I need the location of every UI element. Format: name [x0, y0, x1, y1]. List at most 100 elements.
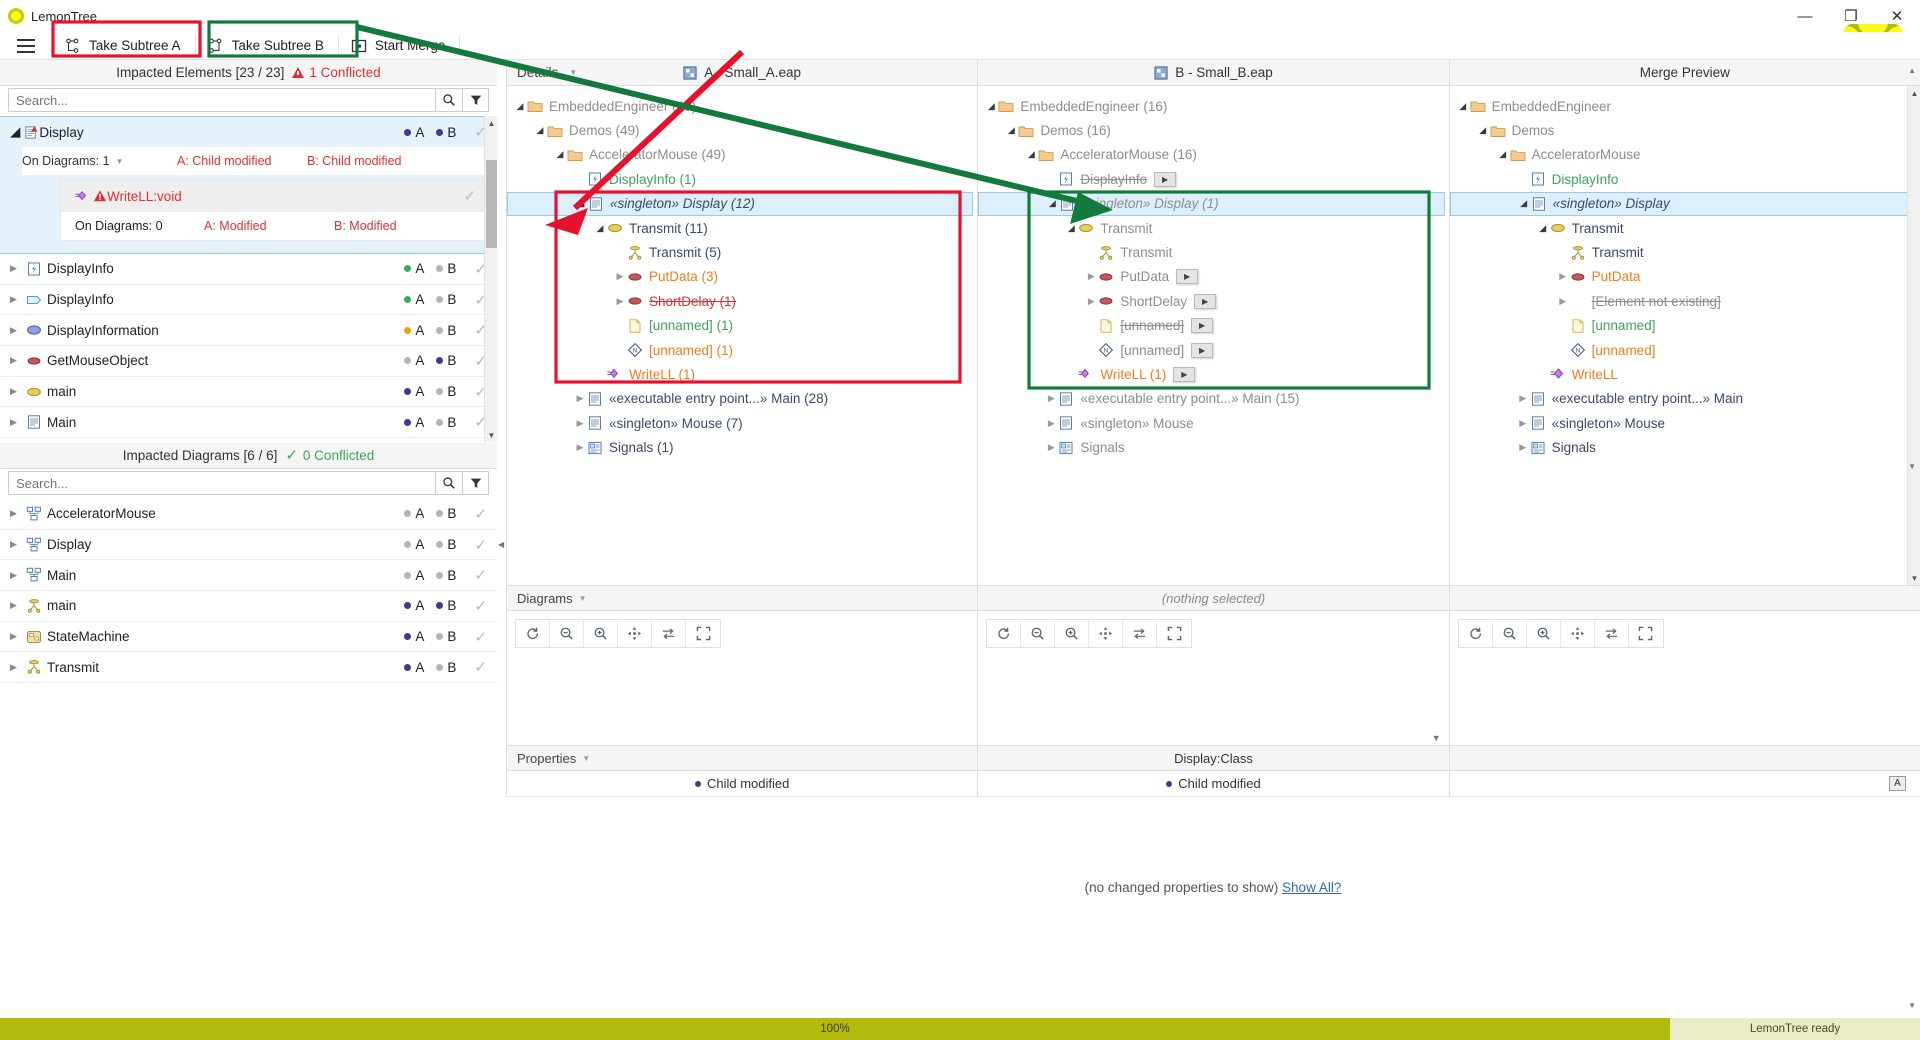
twisty-open-icon[interactable]: ◢ — [574, 198, 588, 209]
merge-node[interactable]: N [unnamed] — [1450, 338, 1920, 362]
apply-change-button[interactable]: ▶ — [1191, 318, 1214, 334]
twisty-open-icon[interactable]: ◢ — [1064, 223, 1078, 234]
tree-b-node[interactable]: [unnamed] ▶ — [978, 314, 1448, 338]
twisty-closed-icon[interactable]: ▶ — [1044, 393, 1058, 404]
tree-a-node[interactable]: ▶ ShortDelay (1) — [507, 289, 977, 313]
properties-label[interactable]: Properties — [517, 751, 576, 766]
tree-a-node[interactable]: ◢ Demos (49) — [507, 118, 977, 142]
fullscreen-button[interactable] — [686, 620, 720, 647]
twisty-open-icon[interactable]: ◢ — [984, 101, 998, 112]
merge-node[interactable]: ◢ AcceleratorMouse — [1450, 143, 1920, 167]
twisty-closed-icon[interactable]: ▶ — [10, 662, 26, 673]
hamburger-menu-icon[interactable] — [0, 32, 52, 60]
tree-b-node[interactable]: ◢ «singleton» Display (1) — [978, 191, 1445, 216]
resolved-check-icon[interactable]: ✓ — [474, 505, 487, 523]
resolved-check-icon[interactable]: ✓ — [474, 566, 487, 584]
zoom-out-button[interactable] — [550, 620, 584, 647]
diagram-row[interactable]: ▶ Main A B ✓ — [0, 560, 497, 592]
apply-change-button[interactable]: ▶ — [1176, 269, 1199, 285]
take-subtree-a-button[interactable]: Take Subtree A — [53, 32, 195, 60]
on-diagrams-label[interactable]: On Diagrams: 1 — [22, 154, 110, 168]
twisty-closed-icon[interactable]: ▶ — [613, 296, 627, 307]
merge-scrollbar[interactable]: ▲ ▼ — [1906, 86, 1920, 585]
twisty-closed-icon[interactable]: ▶ — [10, 600, 26, 611]
twisty-closed-icon[interactable]: ▶ — [573, 442, 587, 453]
twisty-closed-icon[interactable]: ▶ — [10, 325, 26, 336]
fullscreen-button[interactable] — [1628, 620, 1663, 647]
tree-a-node[interactable]: ◢ EmbeddedEngineer (49) — [507, 94, 977, 118]
twisty-open-icon[interactable]: ◢ — [513, 101, 527, 112]
twisty-closed-icon[interactable]: ▶ — [1516, 393, 1530, 404]
tree-b-node[interactable]: ◢ Transmit — [978, 216, 1448, 240]
scroll-up-icon[interactable]: ▲ — [485, 116, 497, 130]
twisty-open-icon[interactable]: ◢ — [1045, 198, 1059, 209]
merge-node[interactable]: ◢ EmbeddedEngineer — [1450, 94, 1920, 118]
take-subtree-b-button[interactable]: Take Subtree B — [196, 32, 338, 60]
zoom-in-button[interactable] — [584, 620, 618, 647]
twisty-open-icon[interactable]: ◢ — [1496, 149, 1510, 160]
left-splitter-collapse-icon[interactable]: ◀ — [498, 540, 504, 549]
scrollbar-thumb[interactable] — [486, 160, 497, 248]
right-scroll-down-icon[interactable]: ▼ — [1908, 462, 1916, 471]
tree-a-node[interactable]: [unnamed] (1) — [507, 314, 977, 338]
zoom-out-button[interactable] — [1021, 620, 1056, 647]
element-row[interactable]: ▶ Main A B ✓ — [0, 407, 497, 439]
elements-search-button[interactable] — [435, 88, 462, 112]
scroll-down-icon[interactable]: ▼ — [485, 428, 497, 442]
diagrams-filter-button[interactable] — [462, 471, 489, 495]
twisty-closed-icon[interactable]: ▶ — [1556, 271, 1570, 282]
diagram-row[interactable]: ▶ Transmit A B ✓ — [0, 652, 497, 684]
tree-b-node[interactable]: ▶ «executable entry point...» Main (15) — [978, 387, 1448, 411]
apply-change-button[interactable]: ▶ — [1191, 342, 1214, 358]
twisty-closed-icon[interactable]: ▶ — [10, 263, 26, 274]
twisty-open-icon[interactable]: ◢ — [1536, 223, 1550, 234]
diagrams-caret-icon[interactable]: ▼ — [579, 594, 587, 603]
sync-button[interactable] — [1594, 620, 1629, 647]
tree-b-node[interactable]: ▶ Signals — [978, 435, 1448, 459]
merge-node[interactable]: ▶ «singleton» Mouse — [1450, 411, 1920, 435]
tree-a-node[interactable]: ▶ «singleton» Mouse (7) — [507, 411, 977, 435]
diagram-row[interactable]: ▶ main A B ✓ — [0, 591, 497, 622]
twisty-closed-icon[interactable]: ▶ — [10, 417, 26, 428]
twisty-open-icon[interactable]: ◢ — [1476, 125, 1490, 136]
twisty-closed-icon[interactable]: ▶ — [10, 294, 26, 305]
tree-b-node[interactable]: ▶ ShortDelay ▶ — [978, 289, 1448, 313]
merge-node[interactable]: Transmit — [1450, 240, 1920, 264]
twisty-closed-icon[interactable]: ▶ — [10, 508, 26, 519]
twisty-closed-icon[interactable]: ▶ — [10, 631, 26, 642]
twisty-open-icon[interactable]: ◢ — [1456, 101, 1470, 112]
on-diagrams-caret-icon[interactable]: ▼ — [116, 157, 124, 166]
zoom-out-button[interactable] — [1492, 620, 1527, 647]
tree-a-node[interactable]: ◢ Transmit (11) — [507, 216, 977, 240]
tree-b-panel[interactable]: ◢ EmbeddedEngineer (16) ◢ Demos (16) ◢ A… — [977, 86, 1449, 585]
fit-button[interactable] — [618, 620, 652, 647]
resolved-check-icon[interactable]: ✓ — [474, 658, 487, 676]
show-all-link[interactable]: Show All? — [1282, 880, 1341, 895]
start-merge-button[interactable]: Start Merge — [339, 32, 460, 60]
diagram-collapse-icon[interactable]: ▼ — [1432, 733, 1441, 743]
twisty-open-icon[interactable]: ◢ — [533, 125, 547, 136]
tree-a-node[interactable]: ◢ «singleton» Display (12) — [507, 191, 974, 216]
twisty-closed-icon[interactable]: ▶ — [10, 355, 26, 366]
tree-b-node[interactable]: ◢ EmbeddedEngineer (16) — [978, 94, 1448, 118]
merge-node[interactable]: [unnamed] — [1450, 314, 1920, 338]
resolved-check-icon[interactable]: ✓ — [474, 536, 487, 554]
elements-filter-button[interactable] — [462, 88, 489, 112]
merge-node[interactable]: ▶ «executable entry point...» Main — [1450, 387, 1920, 411]
zoom-in-button[interactable] — [1526, 620, 1561, 647]
twisty-closed-icon[interactable]: ▶ — [10, 570, 26, 581]
twisty-open-icon[interactable]: ◢ — [593, 223, 607, 234]
zoom-in-button[interactable] — [1055, 620, 1090, 647]
tree-b-node[interactable]: Transmit — [978, 240, 1448, 264]
child-row-writell[interactable]: WriteLL:void ✓ — [61, 180, 488, 212]
scroll-down-icon[interactable]: ▼ — [1908, 571, 1920, 585]
refresh-button[interactable] — [987, 620, 1022, 647]
minimize-icon[interactable]: — — [1782, 0, 1828, 32]
twisty-closed-icon[interactable]: ▶ — [1084, 296, 1098, 307]
apply-change-button[interactable]: ▶ — [1194, 293, 1217, 309]
tree-b-node[interactable]: ▶ PutData ▶ — [978, 265, 1448, 289]
tree-b-node[interactable]: DisplayInfo ▶ — [978, 167, 1448, 191]
refresh-button[interactable] — [516, 620, 550, 647]
twisty-closed-icon[interactable]: ▶ — [573, 393, 587, 404]
elements-search-input[interactable] — [8, 88, 435, 112]
